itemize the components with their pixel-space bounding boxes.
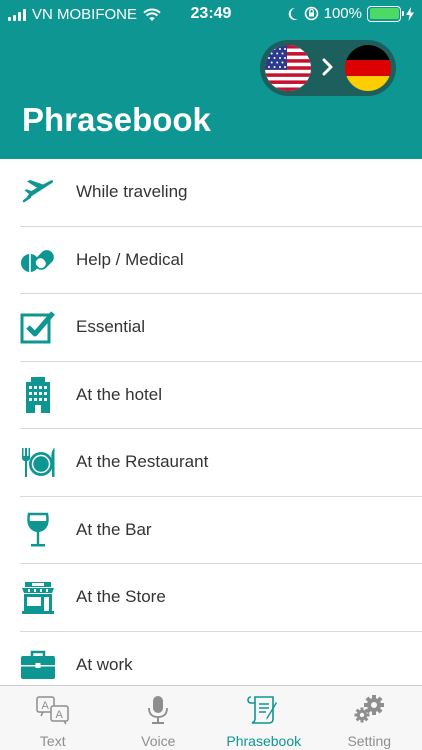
tab-bar: A A Text Voice Phrasebook Setting xyxy=(0,685,422,750)
airplane-icon xyxy=(20,174,56,210)
phrasebook-icon xyxy=(246,696,277,724)
category-label: At the hotel xyxy=(76,384,163,404)
battery-percent: 100% xyxy=(323,5,362,22)
tab-label: Setting xyxy=(347,733,392,749)
category-item-at-the-bar[interactable]: At the Bar xyxy=(20,497,422,564)
category-label: Essential xyxy=(76,317,145,337)
battery-icon xyxy=(367,5,404,22)
tab-voice[interactable]: Voice xyxy=(106,686,212,750)
tab-phrasebook[interactable]: Phrasebook xyxy=(211,686,317,750)
germany-flag-icon[interactable] xyxy=(345,45,391,91)
tab-label: Phrasebook xyxy=(226,733,302,749)
category-label: At the Restaurant xyxy=(76,452,209,472)
category-item-at-the-store[interactable]: At the Store xyxy=(20,564,422,632)
language-switch[interactable] xyxy=(260,40,396,96)
gears-icon xyxy=(354,695,385,723)
checkbox-icon xyxy=(20,309,56,345)
category-label: While traveling xyxy=(76,182,188,202)
store-icon xyxy=(20,579,56,615)
category-label: At the Bar xyxy=(76,519,152,539)
status-bar: VN MOBIFONE 23:49 100% xyxy=(0,0,422,30)
category-label: At the Store xyxy=(76,587,166,607)
tab-setting[interactable]: Setting xyxy=(317,686,422,750)
category-item-at-the-restaurant[interactable]: At the Restaurant xyxy=(20,429,422,497)
pills-icon xyxy=(20,242,56,278)
page-title: Phrasebook xyxy=(22,101,211,138)
header: VN MOBIFONE 23:49 100% Phrasebook xyxy=(0,0,422,159)
us-flag-icon[interactable] xyxy=(265,45,311,91)
svg-text:A: A xyxy=(41,700,49,712)
tab-label: Voice xyxy=(141,733,176,749)
hotel-icon xyxy=(20,376,56,413)
category-label: Help / Medical xyxy=(76,249,184,269)
category-item-at-the-hotel[interactable]: At the hotel xyxy=(20,362,422,429)
category-list: While traveling Help / Medical Essential xyxy=(0,159,422,699)
category-item-essential[interactable]: Essential xyxy=(20,294,422,362)
category-item-while-traveling[interactable]: While traveling xyxy=(20,159,422,227)
orientation-lock-icon xyxy=(304,6,318,21)
category-item-help-medical[interactable]: Help / Medical xyxy=(20,227,422,294)
briefcase-icon xyxy=(20,647,56,683)
svg-text:A: A xyxy=(55,709,63,721)
wine-glass-icon xyxy=(20,512,56,548)
arrow-right-icon xyxy=(322,58,333,76)
charging-icon xyxy=(406,6,414,21)
translate-text-icon: A A xyxy=(36,696,69,725)
tab-label: Text xyxy=(39,733,66,749)
restaurant-icon xyxy=(20,444,56,480)
microphone-icon xyxy=(148,696,169,724)
category-label: At work xyxy=(76,654,133,674)
tab-text[interactable]: A A Text xyxy=(0,686,106,750)
moon-icon xyxy=(288,7,298,20)
